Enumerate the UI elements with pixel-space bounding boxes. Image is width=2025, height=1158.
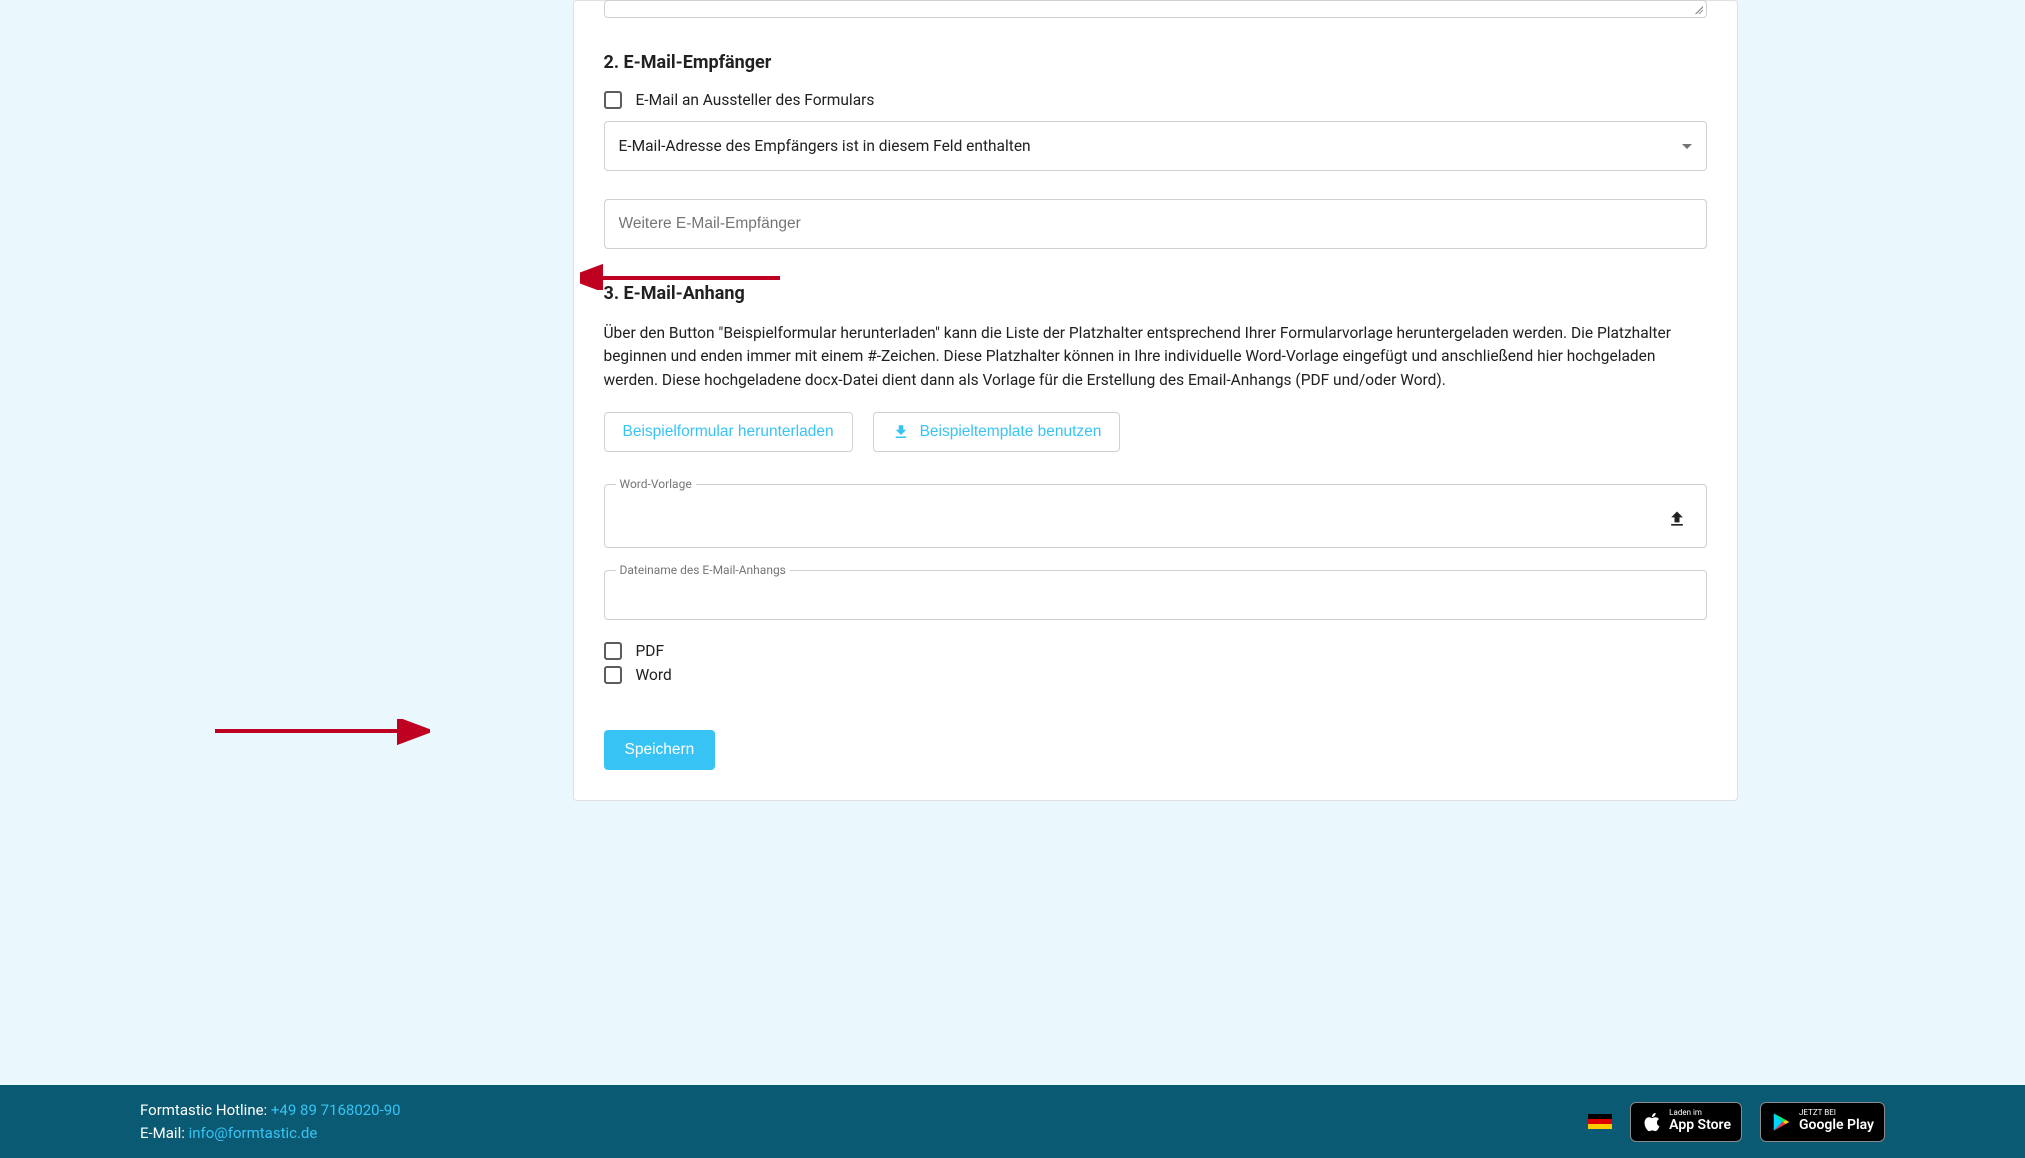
email-label: E-Mail: — [140, 1124, 189, 1142]
playstore-badge[interactable]: JETZT BEI Google Play — [1760, 1102, 1885, 1142]
section2-heading: 2. E-Mail-Empfänger — [604, 52, 1707, 73]
checkbox-email-issuer-label: E-Mail an Aussteller des Formulars — [636, 91, 875, 109]
playstore-large-text: Google Play — [1799, 1118, 1874, 1133]
additional-recipients-input[interactable] — [604, 199, 1707, 249]
section3-description: Über den Button "Beispielformular herunt… — [604, 322, 1707, 392]
hotline-link[interactable]: +49 89 7168020-90 — [271, 1101, 401, 1119]
footer-contact: Formtastic Hotline: +49 89 7168020-90 E-… — [140, 1099, 401, 1144]
select-email-field[interactable]: E-Mail-Adresse des Empfängers ist in die… — [604, 121, 1707, 171]
checkbox-word-label: Word — [636, 666, 672, 684]
filename-input[interactable] — [604, 570, 1707, 620]
upload-icon[interactable] — [1667, 509, 1687, 529]
flag-de-icon[interactable] — [1588, 1114, 1612, 1130]
filename-label: Dateiname des E-Mail-Anhangs — [616, 563, 790, 577]
textarea-top[interactable] — [604, 0, 1707, 18]
use-template-button-label: Beispieltemplate benutzen — [920, 423, 1102, 441]
form-card: 2. E-Mail-Empfänger E-Mail an Aussteller… — [573, 0, 1738, 801]
save-button[interactable]: Speichern — [604, 730, 716, 770]
word-template-input[interactable] — [604, 484, 1707, 548]
checkbox-word[interactable] — [604, 666, 622, 684]
chevron-down-icon — [1682, 144, 1692, 149]
apple-icon — [1641, 1111, 1663, 1133]
hotline-label: Formtastic Hotline: — [140, 1101, 271, 1119]
section3-heading: 3. E-Mail-Anhang — [604, 283, 1707, 304]
appstore-badge[interactable]: Laden im App Store — [1630, 1102, 1742, 1142]
checkbox-pdf-label: PDF — [636, 642, 665, 660]
googleplay-icon — [1771, 1111, 1793, 1133]
email-link[interactable]: info@formtastic.de — [189, 1124, 318, 1142]
footer: Formtastic Hotline: +49 89 7168020-90 E-… — [0, 1085, 2025, 1158]
select-email-field-text: E-Mail-Adresse des Empfängers ist in die… — [619, 137, 1031, 155]
word-template-label: Word-Vorlage — [616, 477, 696, 491]
download-example-button-label: Beispielformular herunterladen — [623, 423, 834, 441]
appstore-large-text: App Store — [1669, 1118, 1731, 1133]
use-template-button[interactable]: Beispieltemplate benutzen — [873, 412, 1121, 452]
download-icon — [892, 423, 910, 441]
download-example-button[interactable]: Beispielformular herunterladen — [604, 412, 853, 452]
checkbox-email-issuer[interactable] — [604, 91, 622, 109]
checkbox-pdf[interactable] — [604, 642, 622, 660]
